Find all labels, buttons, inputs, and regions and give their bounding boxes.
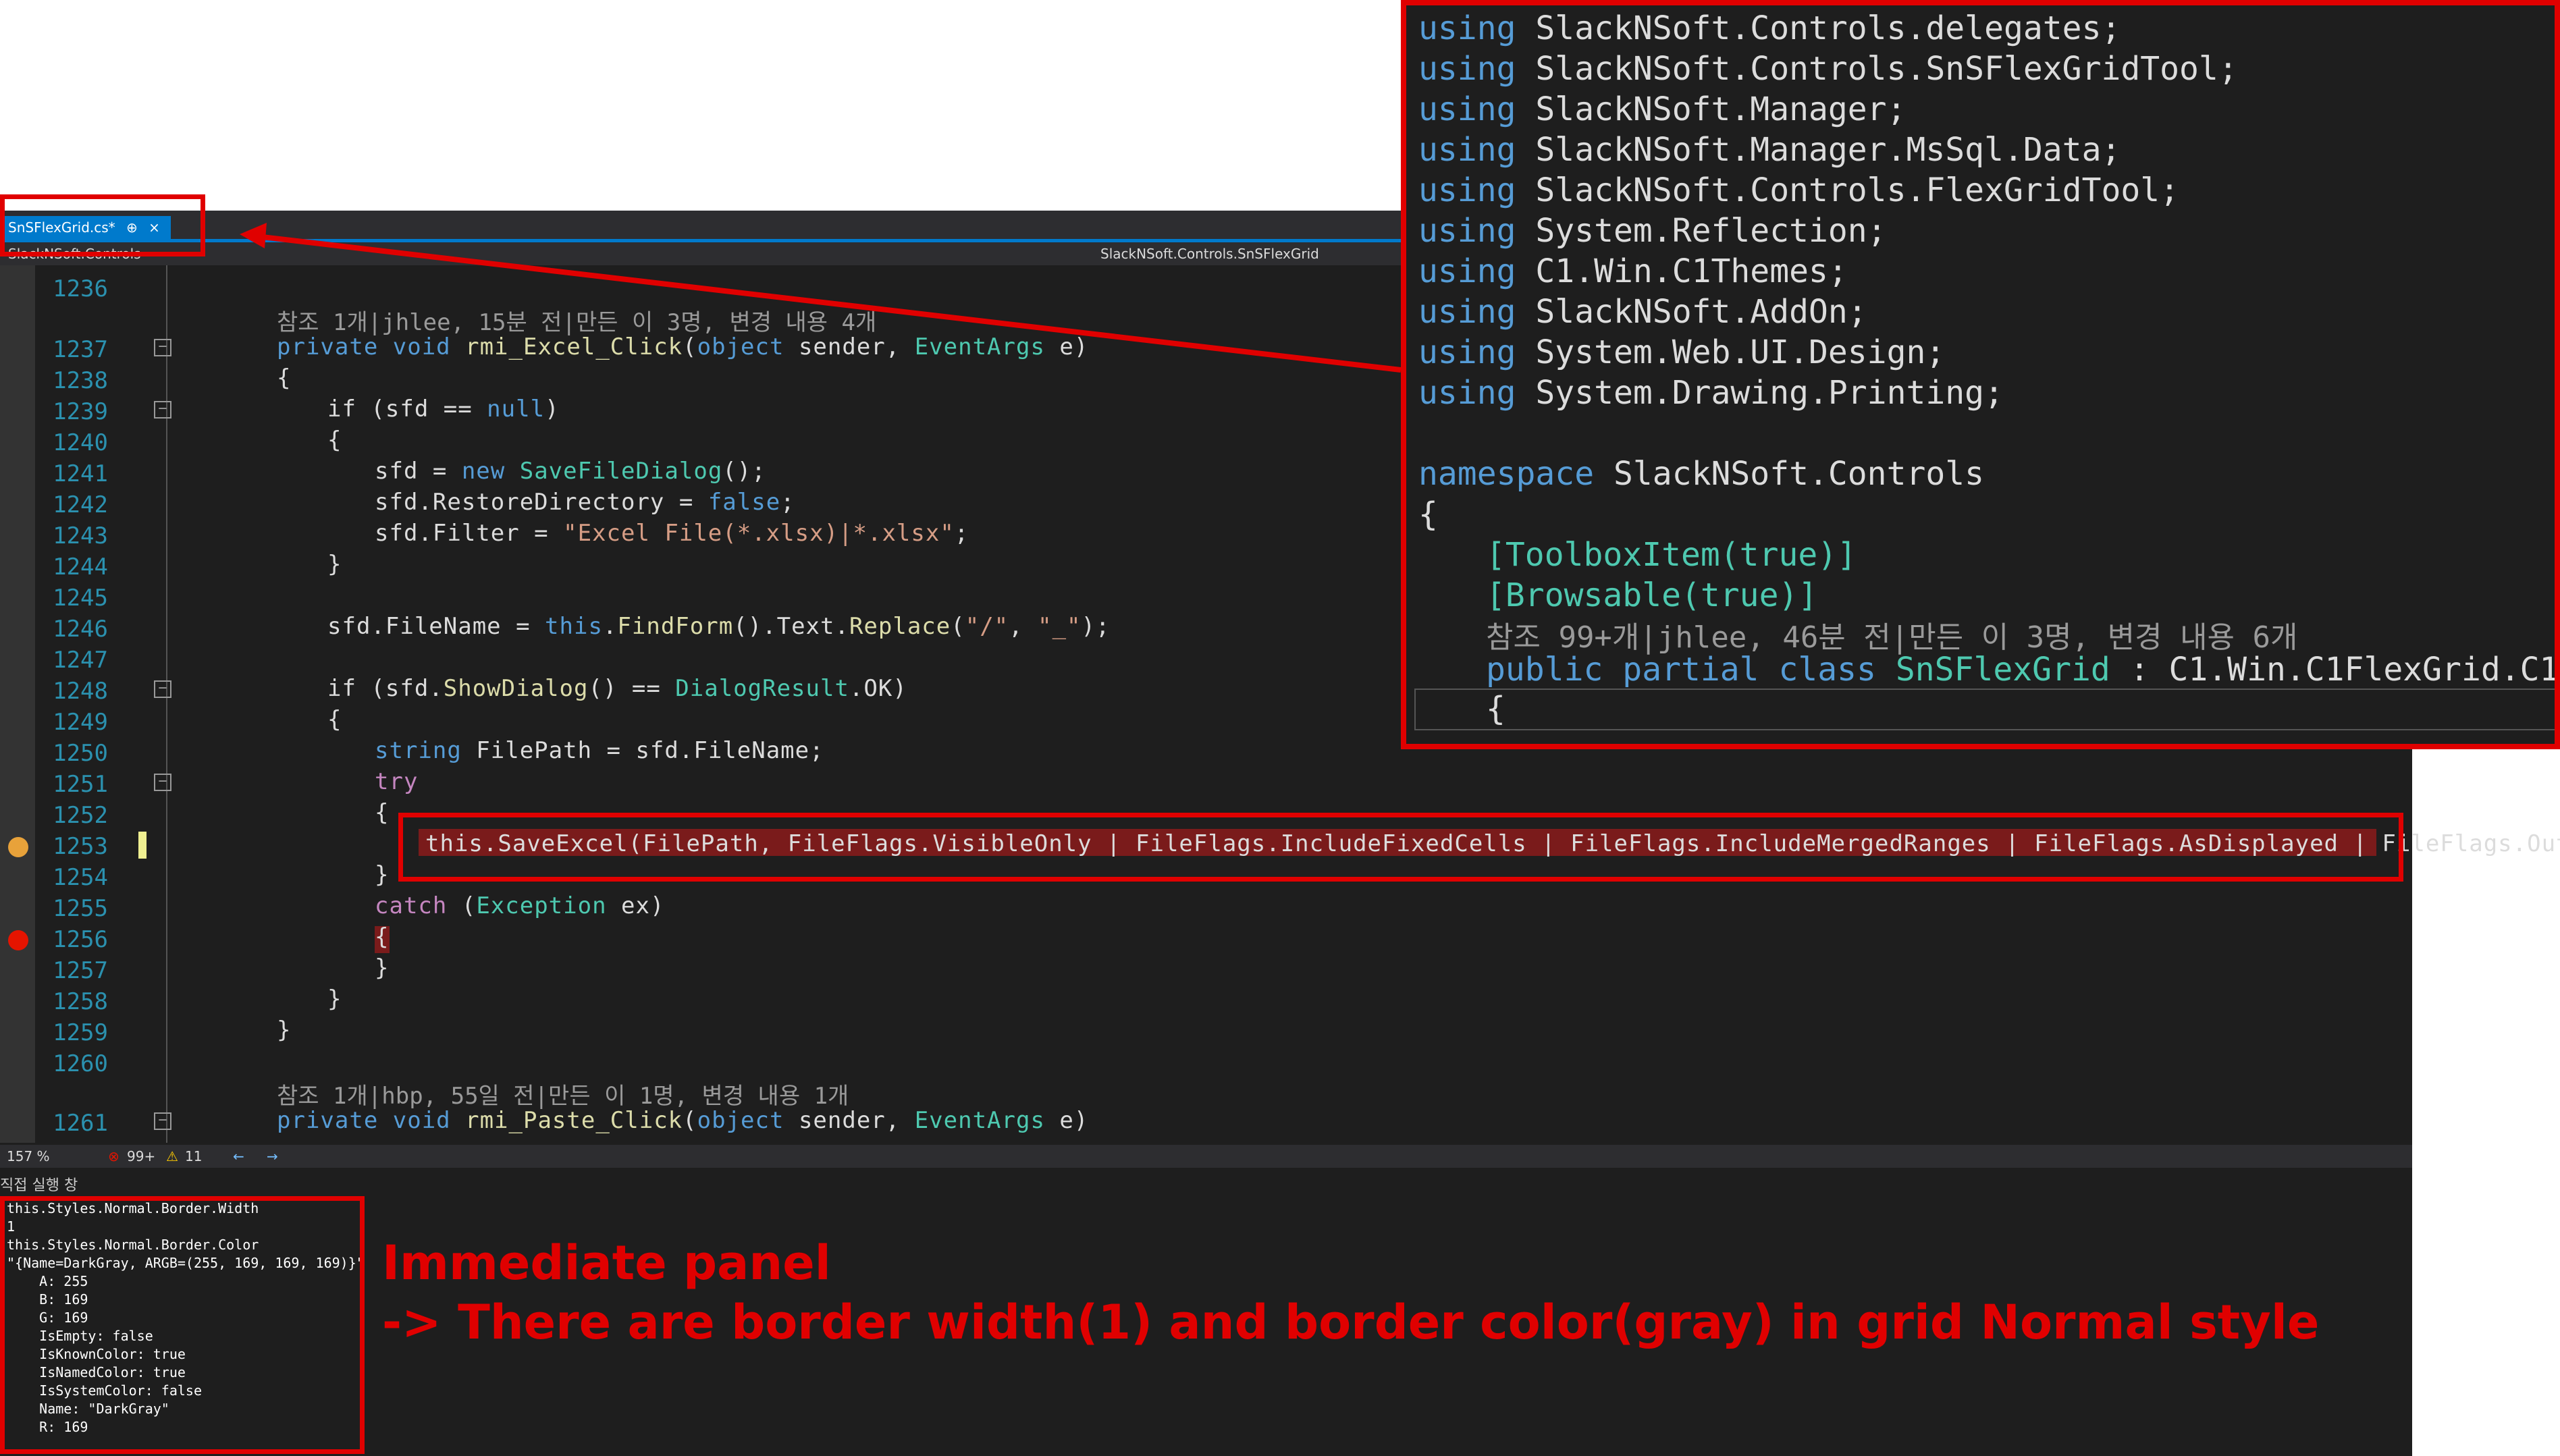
annotation-title: Immediate panel [382, 1235, 831, 1291]
using-keyword: using [1418, 252, 1516, 290]
using-keyword: using [1418, 374, 1516, 412]
using-namespace: SlackNSoft.Manager; [1535, 90, 1906, 128]
toolbox-attribute: [ToolboxItem(true)] [1486, 536, 1857, 574]
annotation-description: -> There are border width(1) and border … [382, 1295, 2320, 1350]
using-keyword: using [1418, 171, 1516, 209]
using-namespace: System.Web.UI.Design; [1535, 333, 1946, 371]
zoomed-code-panel: using SlackNSoft.Controls.delegates; usi… [1401, 0, 2560, 749]
using-namespace: System.Drawing.Printing; [1535, 374, 2004, 412]
using-keyword: using [1418, 333, 1516, 371]
using-keyword: using [1418, 9, 1516, 47]
class-keywords: public partial class [1486, 651, 1876, 689]
using-keyword: using [1418, 90, 1516, 128]
using-namespace: C1.Win.C1Themes; [1535, 252, 1848, 290]
class-base: : C1.Win.C1FlexGrid.C1FlexGrid, : [2129, 651, 2559, 689]
namespace-brace: { [1418, 495, 1438, 533]
codelens-reference: 참조 99+개|jhlee, 46분 전|만든 이 3명, 변경 내용 6개 [1486, 620, 2298, 655]
using-keyword: using [1418, 50, 1516, 88]
using-keyword: using [1418, 212, 1516, 250]
current-line-box [1414, 689, 2555, 730]
browsable-attribute: [Browsable(true)] [1486, 576, 1818, 614]
namespace-keyword: namespace [1418, 455, 1595, 493]
using-namespace: SlackNSoft.Manager.MsSql.Data; [1535, 131, 2121, 169]
using-namespace: SlackNSoft.AddOn; [1535, 293, 1867, 331]
using-keyword: using [1418, 131, 1516, 169]
class-brace: { [1486, 690, 1505, 728]
using-keyword: using [1418, 293, 1516, 331]
using-namespace: SlackNSoft.Controls.delegates; [1535, 9, 2121, 47]
class-name: SnSFlexGrid [1895, 651, 2110, 689]
using-namespace: SlackNSoft.Controls.SnSFlexGridTool; [1535, 50, 2238, 88]
using-namespace: SlackNSoft.Controls.FlexGridTool; [1535, 171, 2180, 209]
namespace-name: SlackNSoft.Controls [1614, 455, 1985, 493]
using-namespace: System.Reflection; [1535, 212, 1887, 250]
